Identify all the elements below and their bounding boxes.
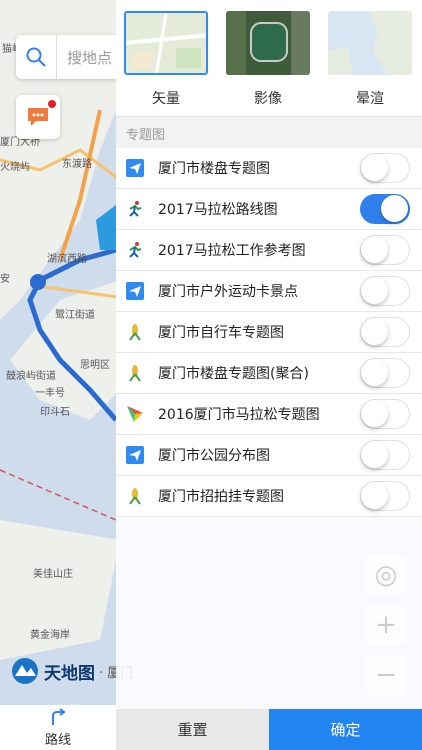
layer-toggle[interactable] bbox=[360, 194, 410, 224]
search-bar[interactable]: 搜地点 bbox=[16, 35, 126, 79]
layer-row[interactable]: 厦门市楼盘专题图(聚合) bbox=[116, 353, 422, 394]
layer-toggle[interactable] bbox=[360, 440, 410, 470]
section-title: 专题图 bbox=[126, 128, 166, 143]
paper-plane-icon bbox=[126, 282, 144, 300]
map-label: 东渡路 bbox=[62, 159, 92, 170]
search-input[interactable]: 搜地点 bbox=[67, 47, 112, 68]
map-label: 一丰号 bbox=[35, 388, 65, 399]
layer-toggle[interactable] bbox=[360, 153, 410, 183]
layer-row[interactable]: 2016厦门市马拉松专题图 bbox=[116, 394, 422, 435]
layer-row[interactable]: 厦门市公园分布图 bbox=[116, 435, 422, 476]
map-label: 湖滨西路 bbox=[47, 254, 87, 265]
layer-toggle[interactable] bbox=[360, 235, 410, 265]
route-arrow-icon bbox=[52, 708, 66, 725]
layer-label: 2017马拉松工作参考图 bbox=[158, 243, 306, 259]
layer-toggle[interactable] bbox=[360, 358, 410, 388]
globe-logo-icon bbox=[12, 658, 38, 684]
paper-plane-icon bbox=[126, 446, 144, 464]
reset-button[interactable]: 重置 bbox=[116, 709, 269, 750]
map-label: 印斗石 bbox=[40, 407, 70, 418]
map-label: 火烧屿 bbox=[0, 162, 30, 173]
base-layer-selector: 矢量 影像 晕渲 bbox=[116, 0, 422, 115]
layer-label: 厦门市招拍挂专题图 bbox=[158, 489, 284, 505]
chat-bubble-icon bbox=[28, 108, 48, 126]
layer-toggle[interactable] bbox=[360, 399, 410, 429]
zoom-in-button[interactable]: + bbox=[366, 605, 406, 645]
layer-row[interactable]: 2017马拉松路线图 bbox=[116, 189, 422, 230]
minus-icon: − bbox=[375, 660, 397, 690]
route-nav-label: 路线 bbox=[44, 733, 71, 748]
map-label: 美佳山庄 bbox=[33, 569, 73, 580]
route-nav-button[interactable]: 路线 bbox=[0, 705, 116, 750]
base-layer-satellite[interactable] bbox=[226, 11, 310, 75]
base-layer-terrain-label: 晕渲 bbox=[356, 91, 384, 107]
map-label: 思明区 bbox=[80, 360, 110, 371]
layer-row[interactable]: 厦门市招拍挂专题图 bbox=[116, 476, 422, 517]
layer-toggle[interactable] bbox=[360, 276, 410, 306]
map-controls: ◎ + − bbox=[366, 555, 406, 705]
layer-row[interactable]: 厦门市楼盘专题图 bbox=[116, 148, 422, 189]
toggle-knob bbox=[361, 482, 388, 509]
runner-icon bbox=[126, 241, 144, 259]
map-label: 鹭江街道 bbox=[55, 310, 95, 321]
map-label: 鼓浪屿街道 bbox=[6, 371, 56, 382]
base-layer-vector-label: 矢量 bbox=[152, 91, 180, 107]
locate-button[interactable]: ◎ bbox=[366, 555, 406, 595]
layer-label: 厦门市公园分布图 bbox=[158, 448, 270, 464]
layer-toggle[interactable] bbox=[360, 481, 410, 511]
runner-icon bbox=[126, 200, 144, 218]
layer-label: 厦门市楼盘专题图(聚合) bbox=[158, 366, 309, 382]
toggle-knob bbox=[361, 154, 388, 181]
layer-panel: 矢量 影像 晕渲 专题图 厦门市楼盘专题图 2017马拉松路线图 2017马拉松工作… bbox=[116, 0, 422, 750]
zoom-out-button[interactable]: − bbox=[366, 655, 406, 695]
toggle-knob bbox=[361, 318, 388, 345]
message-button[interactable] bbox=[16, 95, 60, 139]
layer-row[interactable]: 厦门市户外运动卡景点 bbox=[116, 271, 422, 312]
toggle-knob bbox=[361, 441, 388, 468]
base-layer-terrain[interactable] bbox=[328, 11, 412, 75]
layer-label: 厦门市户外运动卡景点 bbox=[158, 284, 298, 300]
kite-icon bbox=[126, 405, 144, 423]
toggle-knob bbox=[361, 277, 388, 304]
base-layer-vector[interactable] bbox=[124, 11, 208, 75]
map-label: 安 bbox=[0, 274, 10, 285]
toggle-knob bbox=[361, 400, 388, 427]
panel-footer: 重置 确定 bbox=[116, 709, 422, 750]
section-header: 专题图 bbox=[116, 116, 422, 149]
locate-icon: ◎ bbox=[374, 560, 398, 590]
toggle-knob bbox=[381, 195, 408, 222]
confirm-button[interactable]: 确定 bbox=[269, 709, 422, 750]
plus-icon: + bbox=[375, 610, 397, 640]
layer-row[interactable]: 厦门市自行车专题图 bbox=[116, 312, 422, 353]
tianditu-logo: 天地图 · 厦门 bbox=[10, 656, 133, 686]
toggle-knob bbox=[361, 359, 388, 386]
layer-label: 2017马拉松路线图 bbox=[158, 202, 278, 218]
paper-plane-icon bbox=[126, 159, 144, 177]
base-layer-satellite-label: 影像 bbox=[254, 91, 282, 107]
logo-text: 天地图 bbox=[44, 663, 95, 684]
thematic-layer-list: 厦门市楼盘专题图 2017马拉松路线图 2017马拉松工作参考图 厦门市户外运动卡景点… bbox=[116, 148, 422, 517]
toggle-knob bbox=[361, 236, 388, 263]
corn-icon bbox=[126, 364, 144, 382]
map-label: 黄金海岸 bbox=[30, 630, 70, 641]
search-icon[interactable] bbox=[16, 35, 57, 79]
layer-label: 厦门市自行车专题图 bbox=[158, 325, 284, 341]
layer-toggle[interactable] bbox=[360, 317, 410, 347]
corn-icon bbox=[126, 323, 144, 341]
layer-label: 2016厦门市马拉松专题图 bbox=[158, 407, 320, 423]
notification-dot bbox=[48, 100, 56, 108]
layer-label: 厦门市楼盘专题图 bbox=[158, 161, 270, 177]
corn-icon bbox=[126, 487, 144, 505]
layer-row[interactable]: 2017马拉松工作参考图 bbox=[116, 230, 422, 271]
